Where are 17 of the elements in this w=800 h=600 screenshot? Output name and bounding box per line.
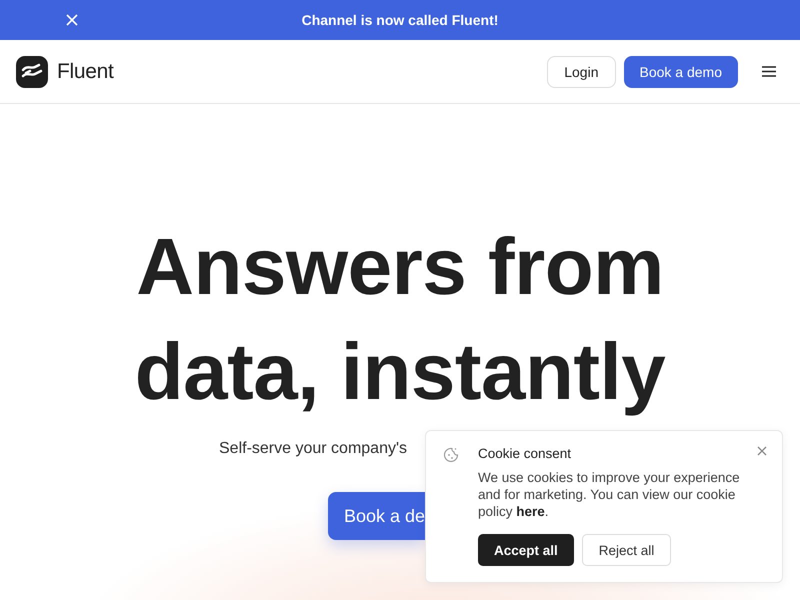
menu-icon[interactable] — [762, 66, 776, 77]
reject-all-button[interactable]: Reject all — [582, 534, 672, 566]
cookie-policy-link[interactable]: here — [516, 504, 545, 519]
announcement-text: Channel is now called Fluent! — [302, 12, 498, 28]
accept-all-button[interactable]: Accept all — [478, 534, 574, 566]
close-icon[interactable] — [757, 446, 767, 456]
login-button[interactable]: Login — [547, 56, 616, 88]
hero-heading: data, instantly — [134, 326, 666, 418]
hero-subtitle: Self-serve your company's — [219, 440, 408, 457]
cookie-icon — [443, 447, 459, 463]
hero-heading: Answers from — [136, 221, 664, 313]
book-demo-button[interactable]: Book a de — [328, 492, 425, 540]
cookie-text: We use cookies to improve your experience and for marketing. You can view our cookie policy here. — [478, 469, 741, 520]
cookie-title: Cookie consent — [478, 446, 572, 461]
logo-icon — [16, 56, 48, 88]
brand-name[interactable]: Fluent — [57, 60, 114, 84]
book-demo-button[interactable]: Book a demo — [624, 56, 738, 88]
